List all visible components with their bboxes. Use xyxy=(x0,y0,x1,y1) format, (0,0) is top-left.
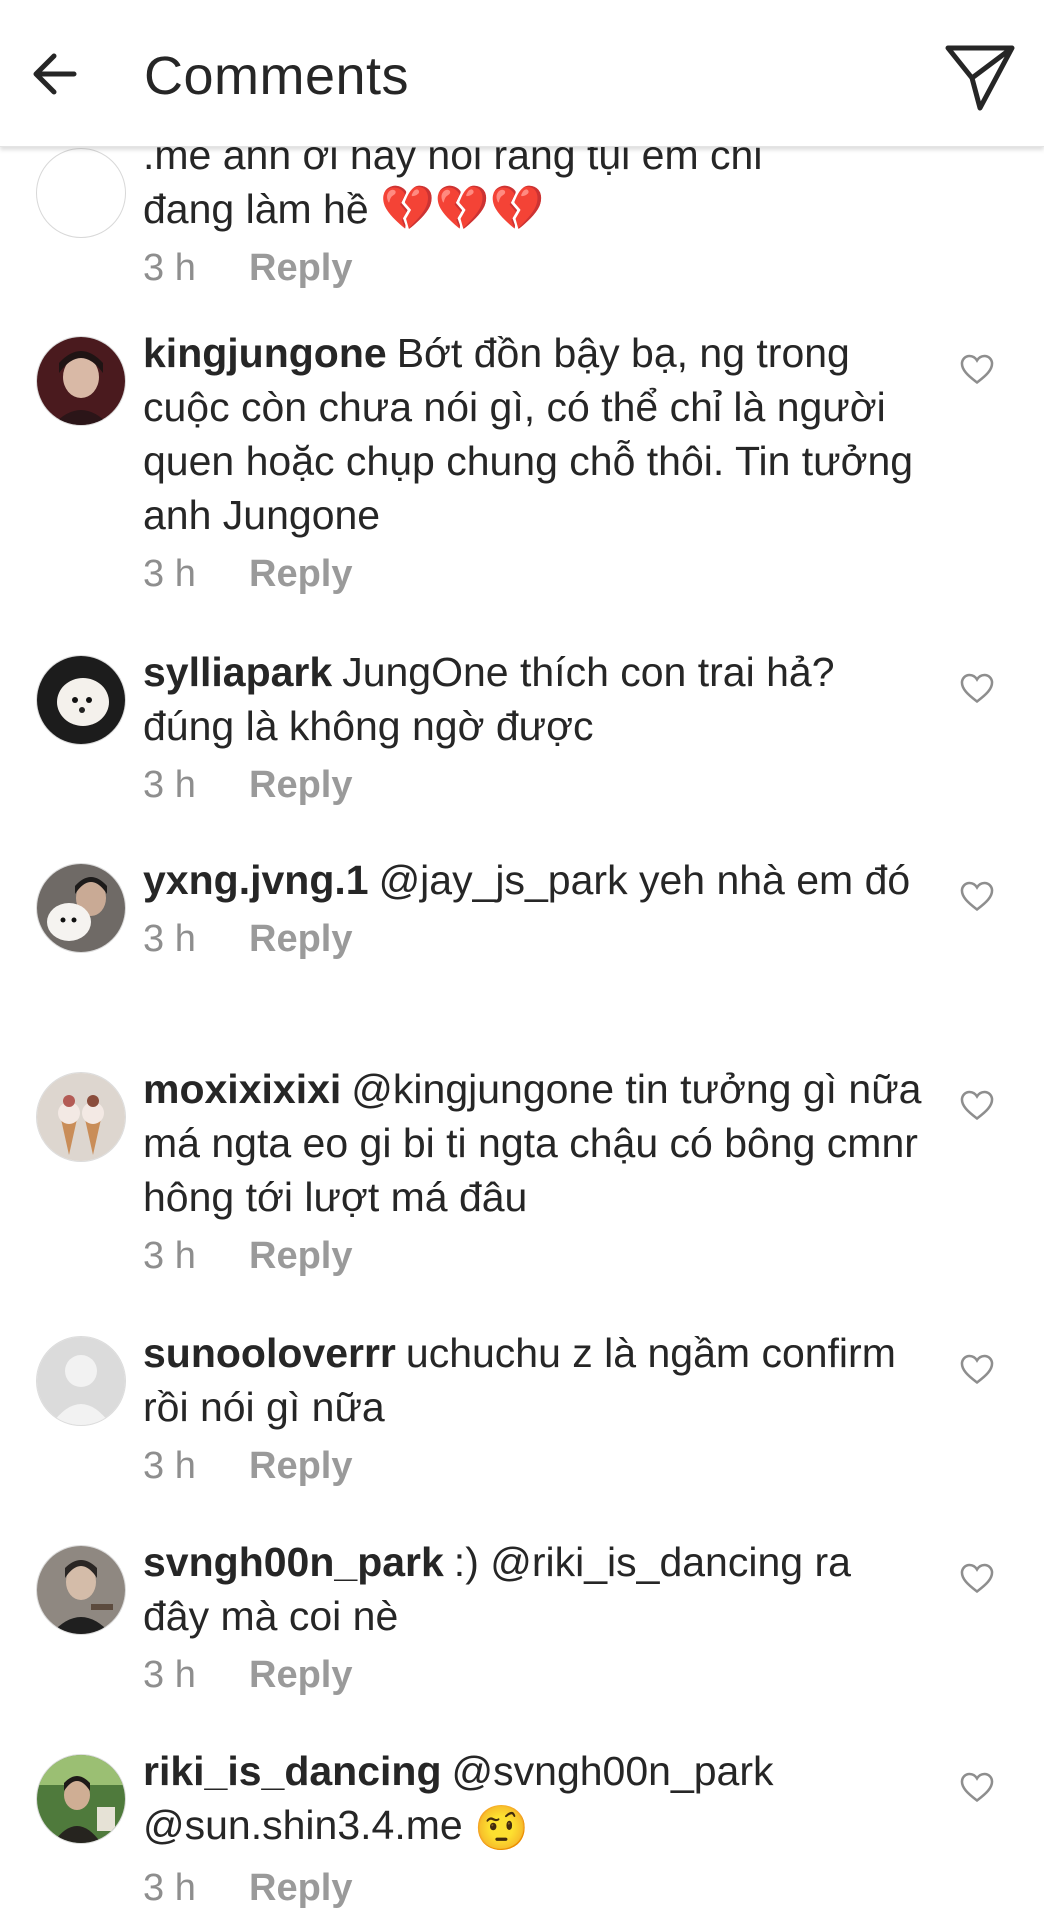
avatar[interactable] xyxy=(36,1754,126,1844)
broken-heart-emoji: 💔💔💔 xyxy=(380,184,545,233)
avatar-image xyxy=(37,1755,125,1843)
comment-username[interactable]: moxixixixi xyxy=(143,1066,341,1112)
avatar[interactable] xyxy=(36,1336,126,1426)
comment-content: @jay_js_park yeh nhà em đó xyxy=(378,857,911,903)
avatar[interactable] xyxy=(36,336,126,426)
comment-text: kingjungone Bớt đồn bậy bạ, ng trong cuộc… xyxy=(143,326,923,542)
reply-button[interactable]: Reply xyxy=(249,1867,352,1909)
comment-time: 3 h xyxy=(143,1654,196,1696)
like-heart-icon[interactable] xyxy=(958,350,996,388)
comment-text: yxng.jvng.1 @jay_js_park yeh nhà em đó xyxy=(143,853,923,907)
comment-meta: 3 h Reply xyxy=(143,550,923,598)
like-heart-icon[interactable] xyxy=(958,1559,996,1597)
comment-text: sunooloverrr uchuchu z là ngầm confirm rồ… xyxy=(143,1326,923,1434)
comment-meta: 3 h Reply xyxy=(143,915,923,963)
comment-meta: 3 h Reply xyxy=(143,244,923,292)
reply-button[interactable]: Reply xyxy=(249,918,352,960)
comment-body: riki_is_dancing @svngh00n_park @sun.shin3… xyxy=(143,1744,923,1912)
avatar-image xyxy=(37,864,125,952)
like-heart-icon[interactable] xyxy=(958,1086,996,1124)
comment-body: .me anh ơi hãy nói rằng tụi em chỉ đang … xyxy=(143,128,923,292)
comment-body: sylliapark JungOne thích con trai hả? đún… xyxy=(143,645,923,809)
comment-text-line: đang làm hề xyxy=(143,186,369,232)
reply-button[interactable]: Reply xyxy=(249,247,352,289)
comment-body: sunooloverrr uchuchu z là ngầm confirm rồ… xyxy=(143,1326,923,1490)
default-avatar-icon xyxy=(37,1337,125,1425)
comment-meta: 3 h Reply xyxy=(143,1232,923,1280)
header-bar: Comments xyxy=(0,0,1044,147)
like-heart-icon[interactable] xyxy=(958,1768,996,1806)
comment-username[interactable]: riki_is_dancing xyxy=(143,1748,442,1794)
avatar[interactable] xyxy=(36,655,126,745)
comment-time: 3 h xyxy=(143,1445,196,1487)
like-heart-icon[interactable] xyxy=(958,1350,996,1388)
avatar-image xyxy=(37,656,125,744)
comment-text: moxixixixi @kingjungone tin tưởng gì nữa … xyxy=(143,1062,923,1224)
comment-body: moxixixixi @kingjungone tin tưởng gì nữa … xyxy=(143,1062,923,1280)
comment-time: 3 h xyxy=(143,1235,196,1277)
comment-time: 3 h xyxy=(143,1867,196,1909)
reply-button[interactable]: Reply xyxy=(249,764,352,806)
avatar-image xyxy=(37,1546,125,1634)
comment-username[interactable]: yxng.jvng.1 xyxy=(143,857,369,903)
reply-button[interactable]: Reply xyxy=(249,1654,352,1696)
page-title: Comments xyxy=(144,46,410,106)
comment-text: svngh00n_park:) @riki_is_dancing ra đây … xyxy=(143,1535,923,1643)
comment-meta: 3 h Reply xyxy=(143,1442,923,1490)
avatar-image xyxy=(37,337,125,425)
comment-time: 3 h xyxy=(143,247,196,289)
avatar[interactable] xyxy=(36,863,126,953)
comment-username[interactable]: sunooloverrr xyxy=(143,1330,396,1376)
comments-feed[interactable]: .me anh ơi hãy nói rằng tụi em chỉ đang … xyxy=(0,0,1044,1920)
comment-text: riki_is_dancing @svngh00n_park @sun.shin3… xyxy=(143,1744,923,1856)
reply-button[interactable]: Reply xyxy=(249,1445,352,1487)
avatar[interactable] xyxy=(36,1545,126,1635)
comment-meta: 3 h Reply xyxy=(143,1864,923,1912)
comment-body: kingjungone Bớt đồn bậy bạ, ng trong cuộc… xyxy=(143,326,923,598)
comment-body: yxng.jvng.1 @jay_js_park yeh nhà em đó 3 … xyxy=(143,853,923,963)
raised-eyebrow-emoji: 🤨 xyxy=(474,1804,529,1853)
reply-button[interactable]: Reply xyxy=(249,553,352,595)
back-arrow-icon[interactable] xyxy=(28,38,88,110)
comment-username[interactable]: kingjungone xyxy=(143,330,387,376)
like-heart-icon[interactable] xyxy=(958,669,996,707)
avatar[interactable] xyxy=(36,1072,126,1162)
comment-username[interactable]: sylliapark xyxy=(143,649,332,695)
avatar-image xyxy=(37,1073,125,1161)
reply-button[interactable]: Reply xyxy=(249,1235,352,1277)
like-heart-icon[interactable] xyxy=(958,877,996,915)
comment-time: 3 h xyxy=(143,918,196,960)
avatar[interactable] xyxy=(36,148,126,238)
comment-text: sylliapark JungOne thích con trai hả? đún… xyxy=(143,645,923,753)
comment-time: 3 h xyxy=(143,553,196,595)
comment-time: 3 h xyxy=(143,764,196,806)
comment-meta: 3 h Reply xyxy=(143,1651,923,1699)
paper-plane-icon[interactable] xyxy=(940,36,1020,116)
comment-body: svngh00n_park:) @riki_is_dancing ra đây … xyxy=(143,1535,923,1699)
comment-username[interactable]: svngh00n_park xyxy=(143,1539,444,1585)
comment-meta: 3 h Reply xyxy=(143,761,923,809)
